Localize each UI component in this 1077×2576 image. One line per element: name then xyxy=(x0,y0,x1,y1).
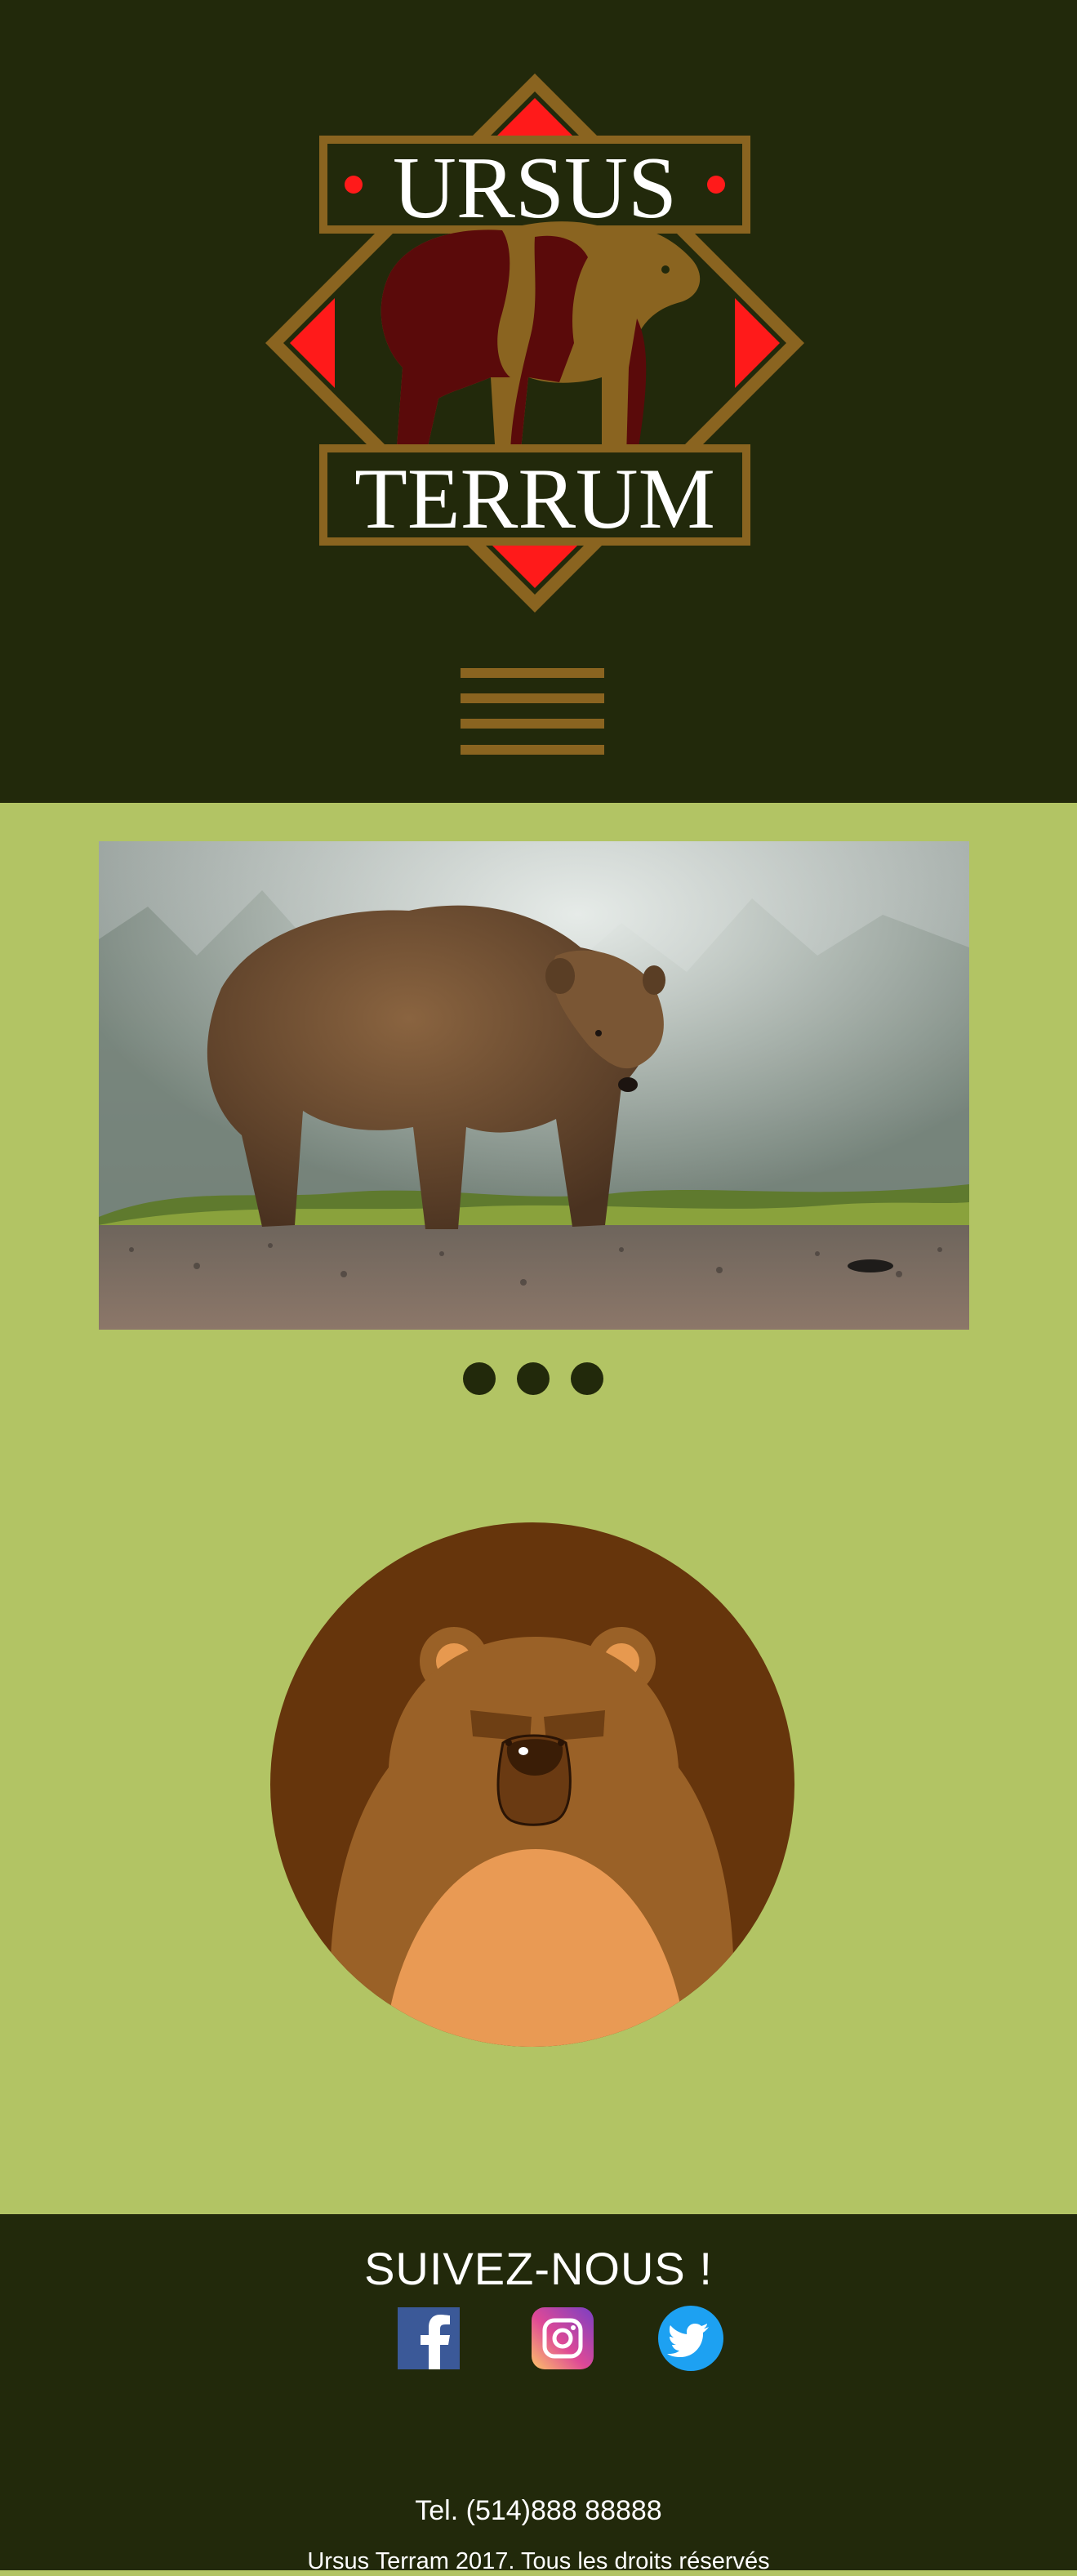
site-header: URSUS TERRUM xyxy=(0,0,1077,803)
phone-number: Tel. (514)888 88888 xyxy=(415,2495,662,2526)
hamburger-menu-icon[interactable] xyxy=(461,668,604,755)
grizzly-bear-photo[interactable] xyxy=(99,841,969,1330)
site-footer: SUIVEZ-NOUS ! Tel. (514)888 88888 Ursus … xyxy=(0,2214,1077,2574)
copyright-text: Ursus Terram 2017. Tous les droits réser… xyxy=(307,2548,770,2574)
slider-dots xyxy=(463,1362,605,1397)
logo-line-ursus: URSUS xyxy=(393,140,677,237)
follow-us-heading: SUIVEZ-NOUS ! xyxy=(364,2243,713,2294)
bear-face-illustration xyxy=(270,1522,794,2047)
bear-photo-subject xyxy=(207,905,665,1229)
facebook-icon[interactable] xyxy=(398,2307,460,2369)
slider-dot-1[interactable] xyxy=(463,1362,496,1395)
slider-dot-3[interactable] xyxy=(571,1362,603,1395)
twitter-icon[interactable] xyxy=(658,2306,723,2371)
instagram-icon[interactable] xyxy=(532,2307,594,2369)
slider-dot-2[interactable] xyxy=(517,1362,550,1395)
ursus-terrum-logo[interactable]: URSUS TERRUM xyxy=(265,74,804,613)
logo-line-terrum: TERRUM xyxy=(354,451,715,546)
